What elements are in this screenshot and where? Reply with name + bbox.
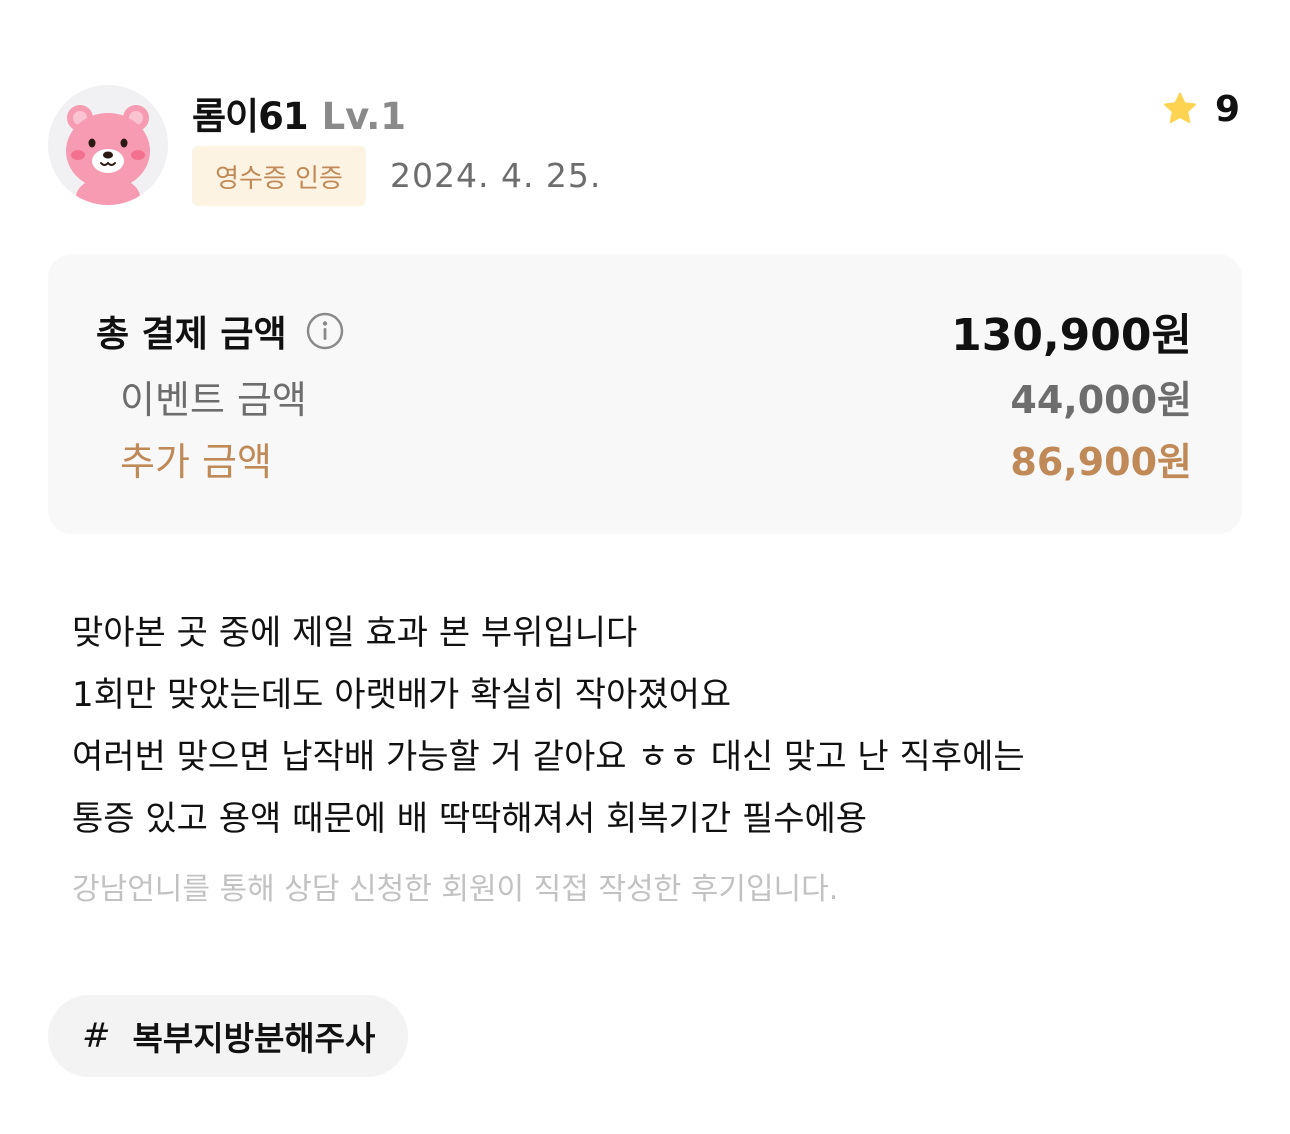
pink-bear-avatar-icon <box>48 85 168 205</box>
reviewer-level: Lv.1 <box>321 95 407 138</box>
extra-price-row: 추가 금액 86,900원 <box>48 432 1192 484</box>
hashtag-icon: # <box>82 1016 111 1056</box>
reviewer-name-row[interactable]: 롬이61 Lv.1 <box>192 86 406 138</box>
receipt-verified-badge: 영수증 인증 <box>192 146 366 206</box>
review-date: 2024. 4. 25. <box>390 156 602 195</box>
price-summary: 총 결제 금액 130,900원 이벤트 금액 44,000원 추가 금액 86… <box>48 254 1242 534</box>
event-price-value: 44,000원 <box>1010 377 1192 422</box>
review-text[interactable]: 맞아본 곳 중에 제일 효과 본 부위입니다 1회만 맞았는데도 아랫배가 확실… <box>72 602 1222 850</box>
total-price-label: 총 결제 금액 <box>96 314 287 355</box>
extra-price-label: 추가 금액 <box>120 439 272 484</box>
total-price-row: 총 결제 금액 130,900원 <box>48 304 1192 361</box>
review-line: 맞아본 곳 중에 제일 효과 본 부위입니다 <box>72 613 638 653</box>
review-line: 여러번 맞으면 납작배 가능할 거 같아요 ㅎㅎ 대신 맞고 난 직후에는 <box>72 737 1025 777</box>
treatment-tag[interactable]: # 복부지방분해주사 <box>48 995 408 1077</box>
rating: 9 <box>1161 86 1240 132</box>
total-price-value: 130,900원 <box>951 310 1192 361</box>
star-icon <box>1163 92 1196 124</box>
avatar[interactable] <box>48 85 168 205</box>
rating-value: 9 <box>1214 88 1240 130</box>
review-disclaimer: 강남언니를 통해 상담 신청한 회원이 직접 작성한 후기입니다. <box>72 872 839 907</box>
review-line: 1회만 맞았는데도 아랫배가 확실히 작아졌어요 <box>72 675 732 715</box>
info-icon[interactable] <box>305 311 345 351</box>
review-line: 통증 있고 용액 때문에 배 딱딱해져서 회복기간 필수에용 <box>72 799 868 839</box>
event-price-label: 이벤트 금액 <box>120 377 307 422</box>
treatment-tag-label: 복부지방분해주사 <box>132 1019 376 1058</box>
reviewer-name[interactable]: 롬이61 <box>192 86 309 140</box>
event-price-row: 이벤트 금액 44,000원 <box>48 370 1192 422</box>
extra-price-value: 86,900원 <box>1010 439 1192 484</box>
